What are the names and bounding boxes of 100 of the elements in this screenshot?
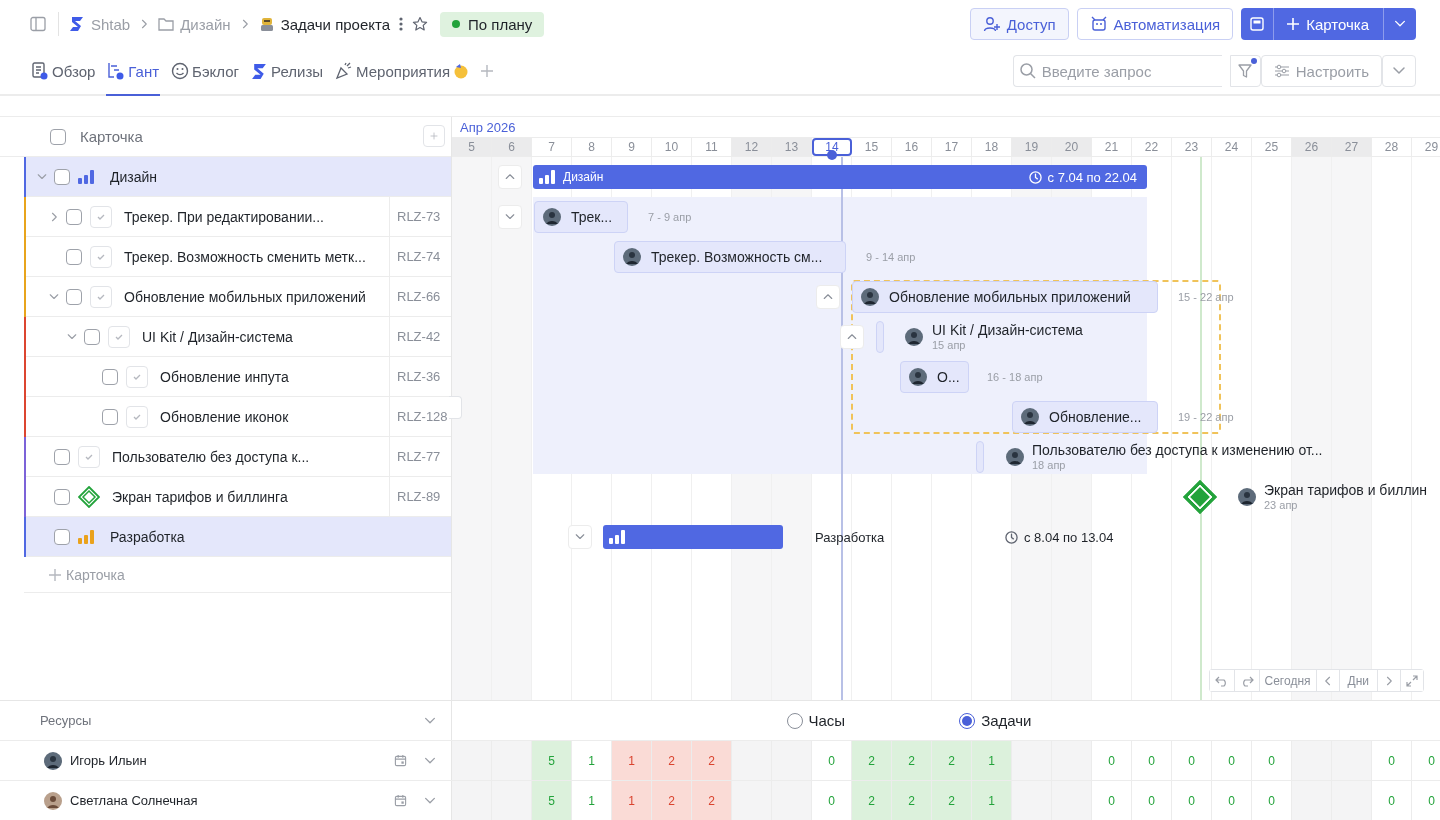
filter-button[interactable] xyxy=(1229,55,1261,87)
checkbox[interactable] xyxy=(54,168,70,185)
more-button[interactable] xyxy=(1382,55,1416,87)
avatar xyxy=(909,368,927,386)
status-badge[interactable]: По плану xyxy=(440,11,545,37)
task-row[interactable]: Пользователю без доступа к... RLZ-77 xyxy=(24,437,451,477)
group-row[interactable]: Дизайн xyxy=(24,157,451,197)
task-bar[interactable]: Трекер. Возможность см... xyxy=(614,241,846,273)
task-marker[interactable] xyxy=(976,441,984,473)
complete-toggle[interactable] xyxy=(126,365,148,388)
group-bar[interactable] xyxy=(603,525,783,549)
bar-title: Экран тарифов и биллин xyxy=(1264,481,1428,499)
bar-dates: 18 апр xyxy=(1032,459,1067,471)
access-button[interactable]: Доступ xyxy=(969,8,1069,40)
complete-toggle[interactable] xyxy=(90,205,112,228)
complete-toggle[interactable] xyxy=(90,285,112,308)
clock-icon xyxy=(1005,531,1018,544)
checkbox[interactable] xyxy=(66,248,82,265)
load-cell: 2 xyxy=(852,741,892,780)
tab[interactable]: Бэклог xyxy=(170,48,241,96)
card-title: Трекер. Возможность сменить метк... xyxy=(124,248,366,265)
more-icon[interactable] xyxy=(398,16,405,32)
task-row[interactable]: Обновление иконок RLZ-128 xyxy=(24,397,451,437)
task-row[interactable]: Обновление мобильных приложений RLZ-66 xyxy=(24,277,451,317)
radio-option[interactable]: Задачи xyxy=(959,712,1032,729)
checkbox[interactable] xyxy=(50,128,66,145)
bar-title: UI Kit / Дизайн-система xyxy=(932,321,1083,339)
card-id: RLZ-73 xyxy=(397,209,441,224)
complete-toggle[interactable] xyxy=(78,445,100,468)
load-cell: 2 xyxy=(692,781,732,820)
add-tab-icon[interactable] xyxy=(480,64,495,78)
star-icon[interactable] xyxy=(412,16,429,32)
task-marker[interactable] xyxy=(876,321,884,353)
collapse-toggle[interactable] xyxy=(568,525,592,549)
card-id: RLZ-77 xyxy=(397,449,441,464)
task-row[interactable]: Трекер. Возможность сменить метк... RLZ-74 xyxy=(24,237,451,277)
radio-button[interactable] xyxy=(959,712,976,729)
load-cell: 0 xyxy=(1172,741,1212,780)
radio-option[interactable]: Часы xyxy=(786,712,846,729)
bar-title: Пользователю без доступа к изменению от... xyxy=(1032,441,1323,459)
checkbox[interactable] xyxy=(102,408,118,425)
collapse-toggle[interactable] xyxy=(840,325,864,349)
checkbox[interactable] xyxy=(102,368,118,385)
avatar xyxy=(623,248,641,266)
undo-button[interactable] xyxy=(1209,670,1235,691)
load-cell: 1 xyxy=(612,741,652,780)
task-row[interactable]: Обновление инпута RLZ-36 xyxy=(24,357,451,397)
complete-toggle[interactable] xyxy=(90,245,112,268)
complete-toggle[interactable] xyxy=(126,405,148,428)
checkbox[interactable] xyxy=(54,488,70,505)
clock-icon xyxy=(1028,170,1042,184)
day-header: 9 xyxy=(612,138,652,156)
checkbox[interactable] xyxy=(66,288,82,305)
group-row[interactable]: Разработка xyxy=(24,517,451,557)
avatar xyxy=(44,751,62,770)
automation-button[interactable]: Автоматизация xyxy=(1076,8,1234,40)
task-bar[interactable]: Обновление... xyxy=(1012,401,1158,433)
collapse-panel-handle[interactable] xyxy=(449,396,462,419)
smiley-icon xyxy=(171,62,190,80)
sidebar-toggle-icon[interactable] xyxy=(30,16,46,32)
radio-button[interactable] xyxy=(786,712,803,729)
group-bar[interactable]: Дизайн с 7.04 по 22.04 xyxy=(533,165,1147,189)
load-cell: 2 xyxy=(652,741,692,780)
bar-chart-icon xyxy=(539,170,555,184)
task-row[interactable]: Трекер. При редактировании... RLZ-73 xyxy=(24,197,451,237)
tab[interactable]: Мероприятия xyxy=(334,48,471,96)
collapse-toggle[interactable] xyxy=(498,205,522,229)
task-bar[interactable]: Обновление мобильных приложений xyxy=(852,281,1158,313)
collapse-toggle[interactable] xyxy=(498,165,522,189)
task-bar[interactable]: О... xyxy=(900,361,969,393)
load-cell: 2 xyxy=(932,781,972,820)
card-title: Разработка xyxy=(110,528,185,545)
load-cell: 0 xyxy=(1372,741,1412,780)
load-cell: 2 xyxy=(692,741,732,780)
checkbox[interactable] xyxy=(66,208,82,225)
search-field[interactable]: Введите запрос xyxy=(1012,55,1222,87)
calendar-icon[interactable] xyxy=(394,794,407,807)
task-bar[interactable]: Трек... xyxy=(534,201,628,233)
breadcrumb[interactable]: Задачи проекта xyxy=(280,15,391,33)
tab[interactable]: Гант xyxy=(106,48,161,96)
load-cell: 1 xyxy=(972,781,1012,820)
load-cell: 0 xyxy=(1372,781,1412,820)
task-row[interactable]: UI Kit / Дизайн-система RLZ-42 xyxy=(24,317,451,357)
column-header: Карточка xyxy=(80,128,143,145)
plus-icon xyxy=(1286,17,1301,31)
checkbox[interactable] xyxy=(54,528,70,545)
add-column-button[interactable] xyxy=(423,125,445,147)
window-icon xyxy=(1249,16,1266,32)
logo-icon xyxy=(69,16,85,32)
calendar-icon[interactable] xyxy=(394,754,407,767)
day-header: 8 xyxy=(572,138,612,156)
collapse-toggle[interactable] xyxy=(816,285,840,309)
checkbox[interactable] xyxy=(54,448,70,465)
card-title: Обновление инпута xyxy=(160,368,289,385)
tab[interactable]: Релизы xyxy=(250,48,325,96)
sliders-icon xyxy=(1273,63,1290,79)
tab[interactable]: Обзор xyxy=(30,48,97,96)
checkbox[interactable] xyxy=(84,328,100,345)
search-icon xyxy=(1018,62,1037,80)
complete-toggle[interactable] xyxy=(108,325,130,348)
